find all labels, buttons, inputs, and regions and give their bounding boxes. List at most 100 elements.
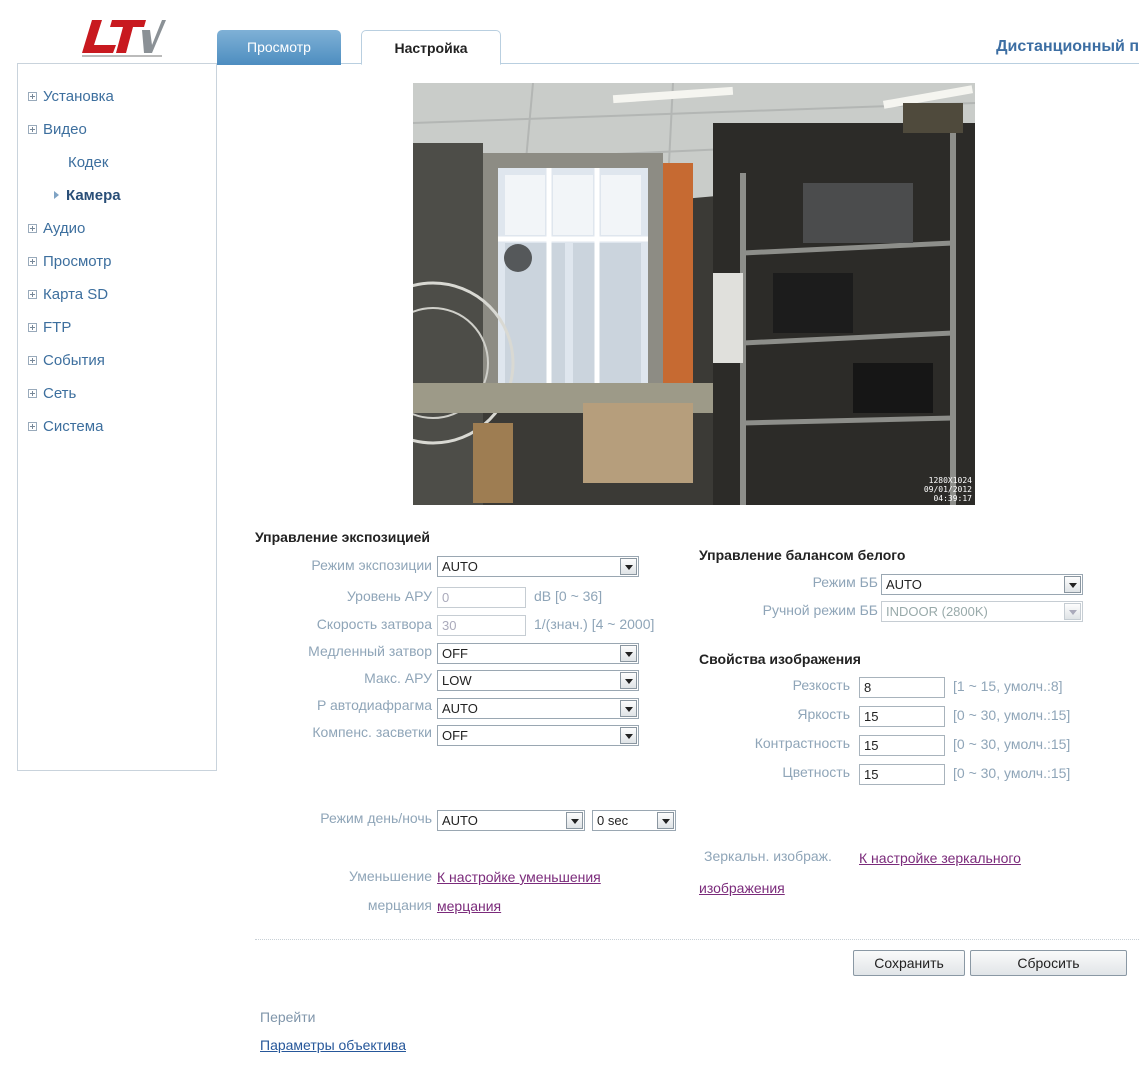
top-tab-bar: Просмотр Настройка Дистанционный п: [217, 30, 1139, 65]
white-balance-title: Управление балансом белого: [699, 547, 906, 563]
p-iris-select[interactable]: AUTO: [437, 698, 639, 719]
sidebar-item-label: Просмотр: [43, 253, 112, 270]
save-button[interactable]: Сохранить: [853, 950, 965, 976]
chevron-down-icon: [620, 558, 637, 575]
camera-preview: 1280X1024 09/01/2012 04:39:17: [413, 83, 975, 505]
day-night-select[interactable]: AUTO: [437, 810, 585, 831]
expand-icon: [28, 290, 37, 299]
sidebar-item-sd-card[interactable]: Карта SD: [28, 286, 108, 303]
blc-label: Компенс. засветки: [312, 724, 432, 740]
sidebar-item-ftp[interactable]: FTP: [28, 319, 71, 336]
ltv-logo: [78, 18, 166, 58]
select-value: LOW: [442, 673, 472, 688]
max-agc-select[interactable]: LOW: [437, 670, 639, 691]
tab-setup[interactable]: Настройка: [361, 30, 501, 65]
reset-button[interactable]: Сбросить: [970, 950, 1127, 976]
select-value: INDOOR (2800K): [886, 604, 988, 619]
slow-shutter-label: Медленный затвор: [308, 643, 432, 659]
sidebar-item-label: Видео: [43, 121, 87, 138]
shutter-hint: 1/(знач.) [4 ~ 2000]: [534, 616, 655, 632]
select-value: 0 sec: [597, 813, 629, 828]
p-iris-label: P автодиафрагма: [316, 697, 432, 713]
expand-icon: [28, 224, 37, 233]
agc-level-field[interactable]: 0: [437, 587, 526, 608]
sharpness-field[interactable]: 8: [859, 677, 945, 698]
exposure-title: Управление экспозицией: [255, 529, 430, 545]
contrast-hint: [0 ~ 30, умолч.:15]: [953, 736, 1071, 752]
active-arrow-icon: [54, 191, 59, 199]
flicker-settings-link-line2[interactable]: мерцания: [437, 898, 501, 914]
blc-select[interactable]: OFF: [437, 725, 639, 746]
expand-icon: [28, 389, 37, 398]
sidebar-item-codec[interactable]: Кодек: [68, 154, 108, 171]
select-value: AUTO: [442, 813, 478, 828]
mirror-settings-link[interactable]: К настройке зеркального: [859, 850, 1021, 866]
wb-manual-label: Ручной режим ББ: [762, 602, 878, 618]
sidebar-item-setup[interactable]: Установка: [28, 88, 114, 105]
contrast-field[interactable]: 15: [859, 735, 945, 756]
sidebar-item-label: Установка: [43, 88, 114, 105]
brightness-field[interactable]: 15: [859, 706, 945, 727]
flicker-label-line2: мерцания: [367, 897, 432, 913]
expand-icon: [28, 323, 37, 332]
max-agc-label: Макс. АРУ: [364, 670, 432, 686]
sidebar-item-label: События: [43, 352, 105, 369]
expand-icon: [28, 92, 37, 101]
select-value: OFF: [442, 728, 468, 743]
saturation-label: Цветность: [782, 764, 850, 780]
goto-label: Перейти: [260, 1009, 316, 1025]
shutter-label: Скорость затвора: [316, 616, 432, 632]
select-value: AUTO: [442, 559, 478, 574]
chevron-down-icon: [1064, 576, 1081, 593]
sidebar-item-label: FTP: [43, 319, 72, 336]
sidebar-item-events[interactable]: События: [28, 352, 105, 369]
select-value: AUTO: [442, 701, 478, 716]
sidebar-item-camera[interactable]: Камера: [54, 187, 121, 204]
mirror-settings-link-line2[interactable]: изображения: [699, 880, 785, 896]
chevron-down-icon: [566, 812, 583, 829]
saturation-hint: [0 ~ 30, умолч.:15]: [953, 765, 1071, 781]
expand-icon: [28, 422, 37, 431]
sidebar-item-network[interactable]: Сеть: [28, 385, 76, 402]
expand-icon: [28, 125, 37, 134]
chevron-down-icon: [620, 700, 637, 717]
sidebar-item-system[interactable]: Система: [28, 418, 103, 435]
sharpness-hint: [1 ~ 15, умолч.:8]: [953, 678, 1063, 694]
osd-date: 09/01/2012: [923, 485, 972, 494]
sidebar-item-audio[interactable]: Аудио: [28, 220, 85, 237]
wb-mode-label: Режим ББ: [812, 574, 878, 590]
remote-title: Дистанционный п: [996, 38, 1139, 55]
exposure-mode-label: Режим экспозиции: [311, 557, 432, 573]
sidebar-item-video[interactable]: Видео: [28, 121, 87, 138]
sharpness-label: Резкость: [792, 677, 850, 693]
sidebar-nav: Установка Видео Кодек Камера Аудио Просм…: [17, 63, 217, 771]
camera-preview-image: [413, 83, 975, 505]
sidebar-item-label: Карта SD: [43, 286, 109, 303]
wb-mode-select[interactable]: AUTO: [881, 574, 1083, 595]
sidebar-item-view[interactable]: Просмотр: [28, 253, 112, 270]
expand-icon: [28, 257, 37, 266]
tab-view[interactable]: Просмотр: [217, 30, 341, 65]
brightness-hint: [0 ~ 30, умолч.:15]: [953, 707, 1071, 723]
flicker-settings-link[interactable]: К настройке уменьшения: [437, 869, 601, 885]
saturation-field[interactable]: 15: [859, 764, 945, 785]
sidebar-item-label: Система: [43, 418, 104, 435]
preview-osd: 1280X1024 09/01/2012 04:39:17: [924, 476, 972, 503]
mirror-label: Зеркальн. изображ.: [704, 848, 832, 864]
sidebar-item-label: Аудио: [43, 220, 86, 237]
lens-params-link[interactable]: Параметры объектива: [260, 1037, 406, 1053]
shutter-field[interactable]: 30: [437, 615, 526, 636]
agc-level-hint: dB [0 ~ 36]: [534, 588, 603, 604]
expand-icon: [28, 356, 37, 365]
image-props-title: Свойства изображения: [699, 651, 861, 667]
brightness-label: Яркость: [797, 706, 850, 722]
slow-shutter-select[interactable]: OFF: [437, 643, 639, 664]
chevron-down-icon: [620, 645, 637, 662]
day-night-delay-select[interactable]: 0 sec: [592, 810, 676, 831]
chevron-down-icon: [657, 812, 674, 829]
contrast-label: Контрастность: [754, 735, 850, 751]
chevron-down-icon: [620, 672, 637, 689]
exposure-mode-select[interactable]: AUTO: [437, 556, 639, 577]
wb-manual-select[interactable]: INDOOR (2800K): [881, 601, 1083, 622]
chevron-down-icon: [620, 727, 637, 744]
